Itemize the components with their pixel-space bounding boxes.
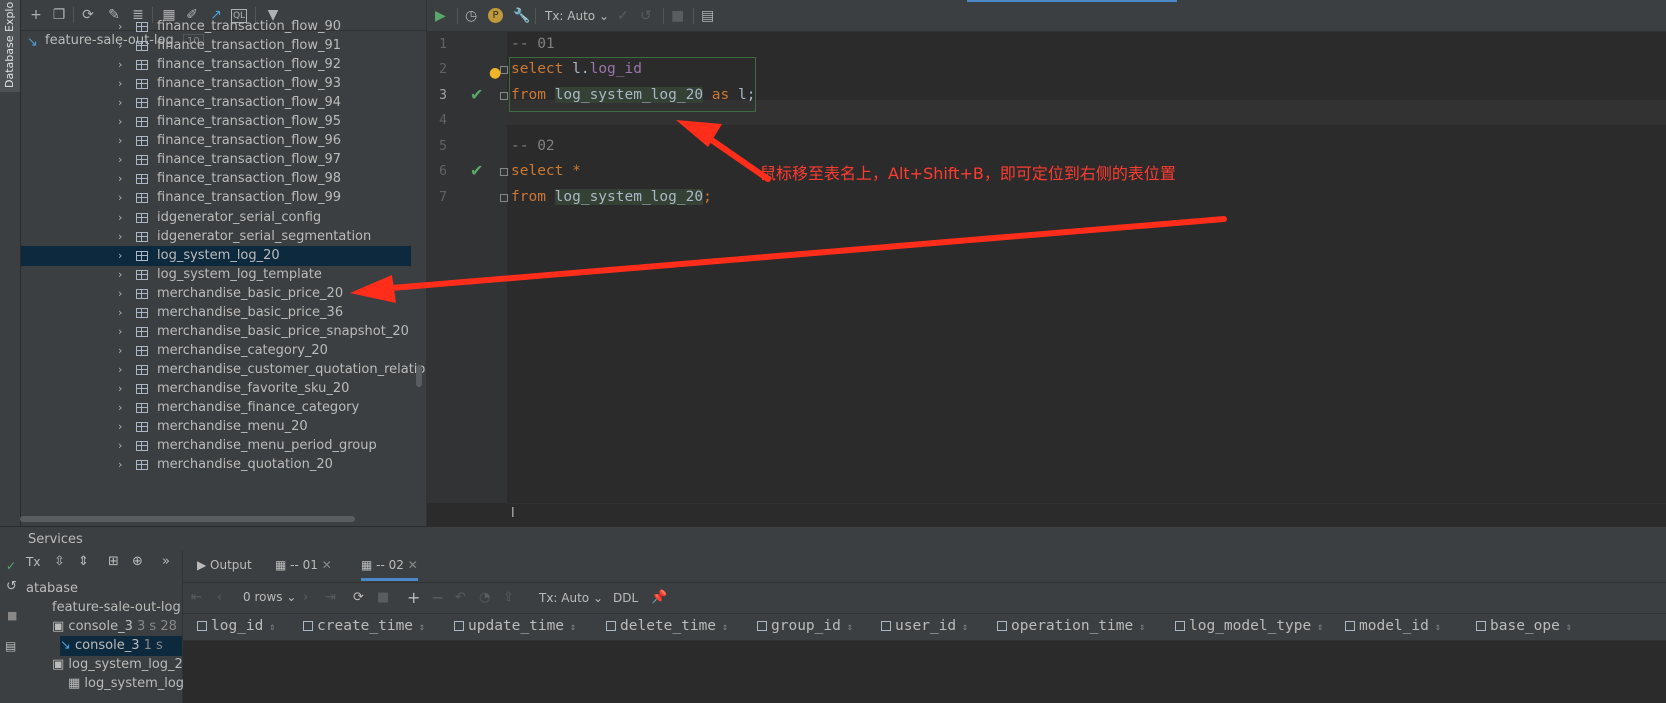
stop-icon[interactable]: ■: [7, 609, 17, 622]
column-icon: [303, 621, 313, 631]
column-header[interactable]: log_id ⇕: [197, 618, 275, 634]
prev-page-icon[interactable]: ‹: [217, 590, 222, 605]
column-icon: [1345, 621, 1355, 631]
column-icon: [1476, 621, 1486, 631]
column-icon: [1175, 621, 1185, 631]
tab-result-02[interactable]: ▦ -- 02 ✕: [361, 558, 418, 581]
revert-icon[interactable]: ↶: [455, 590, 466, 605]
services-tree-item[interactable]: feature-sale-out-log: [52, 598, 181, 618]
tab-result-01[interactable]: ▦ -- 01 ✕: [275, 558, 332, 572]
services-header: Services: [0, 527, 1666, 551]
column-header[interactable]: model_id ⇕: [1345, 618, 1441, 634]
tx-mode-dropdown[interactable]: Tx: Auto ⌄: [539, 591, 603, 605]
sort-icon[interactable]: ⇕: [1566, 622, 1572, 633]
sort-icon[interactable]: ⇕: [269, 622, 275, 633]
column-header[interactable]: log_model_type ⇕: [1175, 618, 1323, 634]
sort-icon[interactable]: ⇕: [962, 622, 968, 633]
column-icon: [454, 621, 464, 631]
result-tabs: ▶ Output ▦ -- 01 ✕ ▦ -- 02 ✕: [183, 551, 1666, 583]
rows-dropdown[interactable]: 0 rows ⌄: [243, 590, 296, 604]
group-icon[interactable]: ⊞: [108, 554, 119, 569]
more-icon[interactable]: »: [162, 554, 170, 569]
layout-icon[interactable]: ▤: [5, 639, 16, 653]
services-title: Services: [28, 532, 83, 547]
console-icon: ▣: [52, 657, 69, 672]
ddl-button[interactable]: DDL: [613, 591, 638, 605]
add-service-icon[interactable]: ⊕: [132, 554, 143, 569]
column-icon: [757, 621, 767, 631]
services-tree-item[interactable]: ▣ console_3 3 s 28: [52, 617, 177, 637]
rollback-icon[interactable]: ↺: [6, 579, 17, 594]
column-icon: [997, 621, 1007, 631]
view-icon[interactable]: ◔: [479, 590, 490, 605]
sort-icon[interactable]: ⇕: [1139, 622, 1145, 633]
column-icon: [197, 621, 207, 631]
sort-icon[interactable]: ⇕: [570, 622, 576, 633]
table-icon: ▦: [68, 676, 85, 691]
first-page-icon[interactable]: ⇤: [191, 590, 202, 605]
column-header[interactable]: operation_time ⇕: [997, 618, 1145, 634]
sort-icon[interactable]: ⇕: [847, 622, 853, 633]
submit-icon[interactable]: ⇧: [503, 590, 514, 605]
result-table-header: log_id ⇕ create_time ⇕ update_time ⇕ delete_ti…: [183, 614, 1666, 641]
tab-output[interactable]: ▶ Output: [197, 558, 252, 572]
services-panel: Services ✓ ↺ ■ ▤ Tx ⇳ ⇕ ⊞ ⊕ » atabase fe…: [0, 526, 1666, 703]
column-header[interactable]: user_id ⇕: [881, 618, 968, 634]
services-tree-item-selected[interactable]: ↘ console_3 1 s: [60, 636, 182, 656]
result-table-body: [183, 641, 1666, 703]
sort-icon[interactable]: ⇕: [1317, 622, 1323, 633]
column-header[interactable]: update_time ⇕: [454, 618, 576, 634]
column-icon: [881, 621, 891, 631]
arrow-to-tree-line: [377, 216, 1227, 292]
column-header[interactable]: create_time ⇕: [303, 618, 425, 634]
services-tree-item[interactable]: ▦ log_system_log: [68, 674, 184, 694]
next-page-icon[interactable]: ›: [303, 590, 308, 605]
services-tool-strip: ✓ ↺ ■ ▤: [0, 551, 21, 703]
pin-icon[interactable]: 📌: [651, 590, 667, 605]
column-header[interactable]: group_id ⇕: [757, 618, 853, 634]
sort-icon[interactable]: ⇕: [1435, 622, 1441, 633]
sort-icon[interactable]: ⇕: [722, 622, 728, 633]
console-icon: ↘: [60, 638, 76, 653]
result-toolbar: ⇤ ‹ 0 rows ⌄ › ⇥ ⟳ ■ + − ↶ ◔ ⇧ Tx: Auto …: [183, 583, 1666, 614]
console-icon: ▣: [52, 619, 69, 634]
column-header[interactable]: base_ope ⇕: [1476, 618, 1572, 634]
services-tree: Tx ⇳ ⇕ ⊞ ⊕ » atabase feature-sale-out-lo…: [20, 551, 184, 703]
services-tree-item[interactable]: atabase: [26, 579, 78, 599]
collapse-all-icon[interactable]: ⇕: [78, 554, 89, 569]
sort-icon[interactable]: ⇕: [419, 622, 425, 633]
add-row-icon[interactable]: +: [407, 588, 420, 607]
column-icon: [606, 621, 616, 631]
services-tree-item[interactable]: ▣ log_system_log_2: [52, 655, 183, 675]
tx-short-label[interactable]: Tx: [26, 555, 40, 569]
arrow-head-tree: [350, 275, 396, 303]
commit-icon[interactable]: ✓: [6, 559, 16, 573]
expand-all-icon[interactable]: ⇳: [54, 554, 65, 569]
stop-icon[interactable]: ■: [377, 590, 389, 605]
remove-row-icon[interactable]: −: [431, 588, 444, 607]
column-header[interactable]: delete_time ⇕: [606, 618, 728, 634]
refresh-icon[interactable]: ⟳: [353, 590, 364, 605]
last-page-icon[interactable]: ⇥: [325, 590, 336, 605]
